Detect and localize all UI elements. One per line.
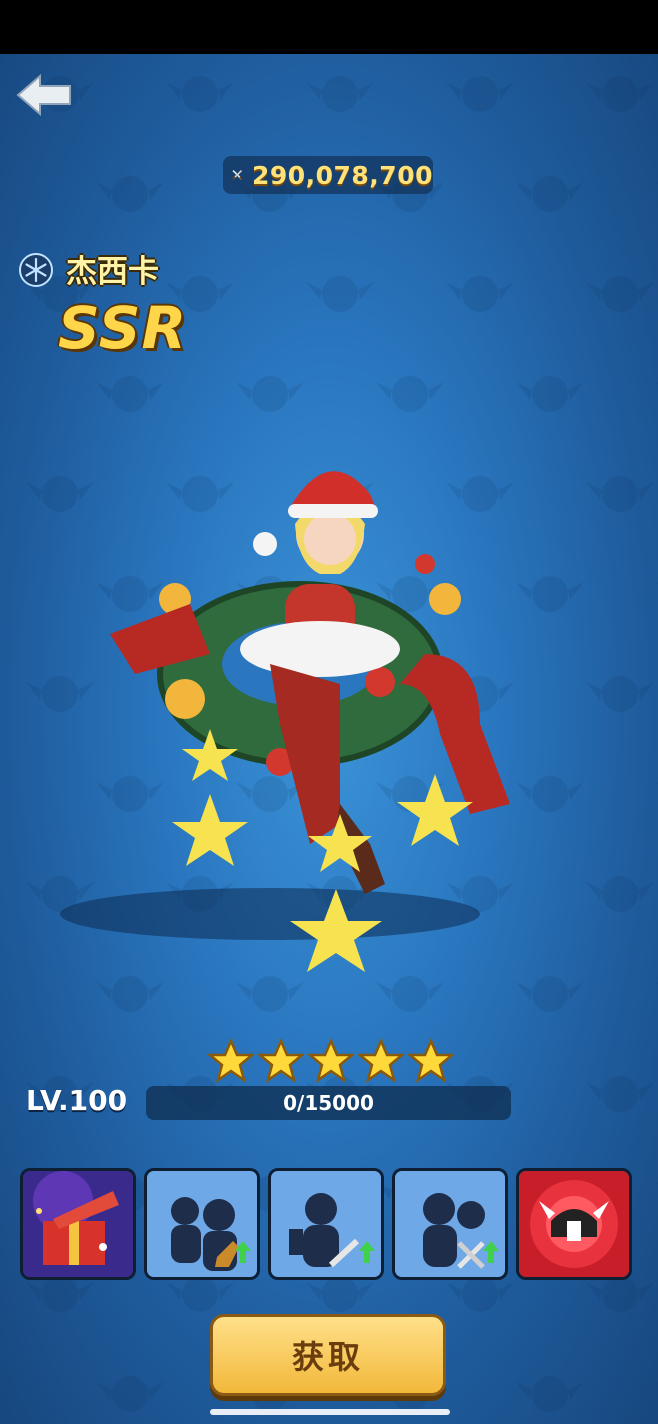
goblin-pattern-icon xyxy=(446,1276,514,1312)
obtain-button[interactable]: 获取 xyxy=(210,1314,446,1396)
equipment-slots xyxy=(20,1168,632,1280)
exp-progress-bar: 0/15000 xyxy=(146,1086,511,1120)
rarity-badge: SSR xyxy=(58,294,188,362)
goblin-pattern-icon xyxy=(26,1276,94,1312)
goblin-pattern-icon xyxy=(446,276,514,312)
star-icon xyxy=(208,1038,254,1083)
goblin-pattern-icon xyxy=(586,76,654,112)
hero-name: 杰西卡 xyxy=(66,254,159,290)
goblin-pattern-icon xyxy=(96,176,164,212)
hero-detail-screen: 290,078,700 杰西卡 SSR LV.100 0/15000 获取 xyxy=(0,54,658,1424)
goblin-pattern-icon xyxy=(586,1076,654,1112)
boots-icon xyxy=(147,1171,257,1277)
hero-artwork xyxy=(60,471,510,972)
back-button[interactable] xyxy=(14,72,76,118)
goblin-pattern-icon xyxy=(306,1276,374,1312)
goblin-pattern-icon xyxy=(516,176,584,212)
skill-slot[interactable] xyxy=(516,1168,632,1280)
boots-slot[interactable] xyxy=(144,1168,260,1280)
star-icon xyxy=(308,1038,354,1083)
goblin-pattern-icon xyxy=(166,76,234,112)
goblin-pattern-icon xyxy=(376,376,444,412)
viking-helmet-icon xyxy=(519,1171,629,1277)
goblin-pattern-icon xyxy=(306,76,374,112)
goblin-pattern-icon xyxy=(516,376,584,412)
goblin-pattern-icon xyxy=(516,1376,584,1412)
home-indicator xyxy=(210,1409,450,1415)
star-icon xyxy=(408,1038,454,1083)
combat-power-box: 290,078,700 xyxy=(223,156,433,194)
weapon-slot-1[interactable] xyxy=(268,1168,384,1280)
obtain-button-label: 获取 xyxy=(291,1338,364,1376)
snowflake-icon xyxy=(19,253,53,287)
sword-icon xyxy=(271,1171,381,1277)
exp-progress-text: 0/15000 xyxy=(283,1091,374,1115)
weapon-slot-2[interactable] xyxy=(392,1168,508,1280)
star-icon xyxy=(358,1038,404,1083)
gift-box-slot[interactable] xyxy=(20,1168,136,1280)
combat-power-value: 290,078,700 xyxy=(251,160,433,190)
goblin-pattern-icon xyxy=(96,1376,164,1412)
back-arrow-icon xyxy=(16,73,71,117)
level-label: LV.100 xyxy=(26,1084,128,1117)
goblin-pattern-icon xyxy=(166,1276,234,1312)
goblin-pattern-icon xyxy=(586,1276,654,1312)
star-rating xyxy=(208,1038,454,1084)
star-icon xyxy=(258,1038,304,1083)
goblin-pattern-icon xyxy=(236,376,304,412)
status-bar xyxy=(0,0,658,54)
crossed-swords-icon xyxy=(395,1171,505,1277)
crossed-swords-icon xyxy=(232,169,243,180)
goblin-pattern-icon xyxy=(96,376,164,412)
goblin-pattern-icon xyxy=(586,276,654,312)
goblin-pattern-icon xyxy=(446,76,514,112)
gift-box-icon xyxy=(23,1171,133,1277)
goblin-pattern-icon xyxy=(306,276,374,312)
